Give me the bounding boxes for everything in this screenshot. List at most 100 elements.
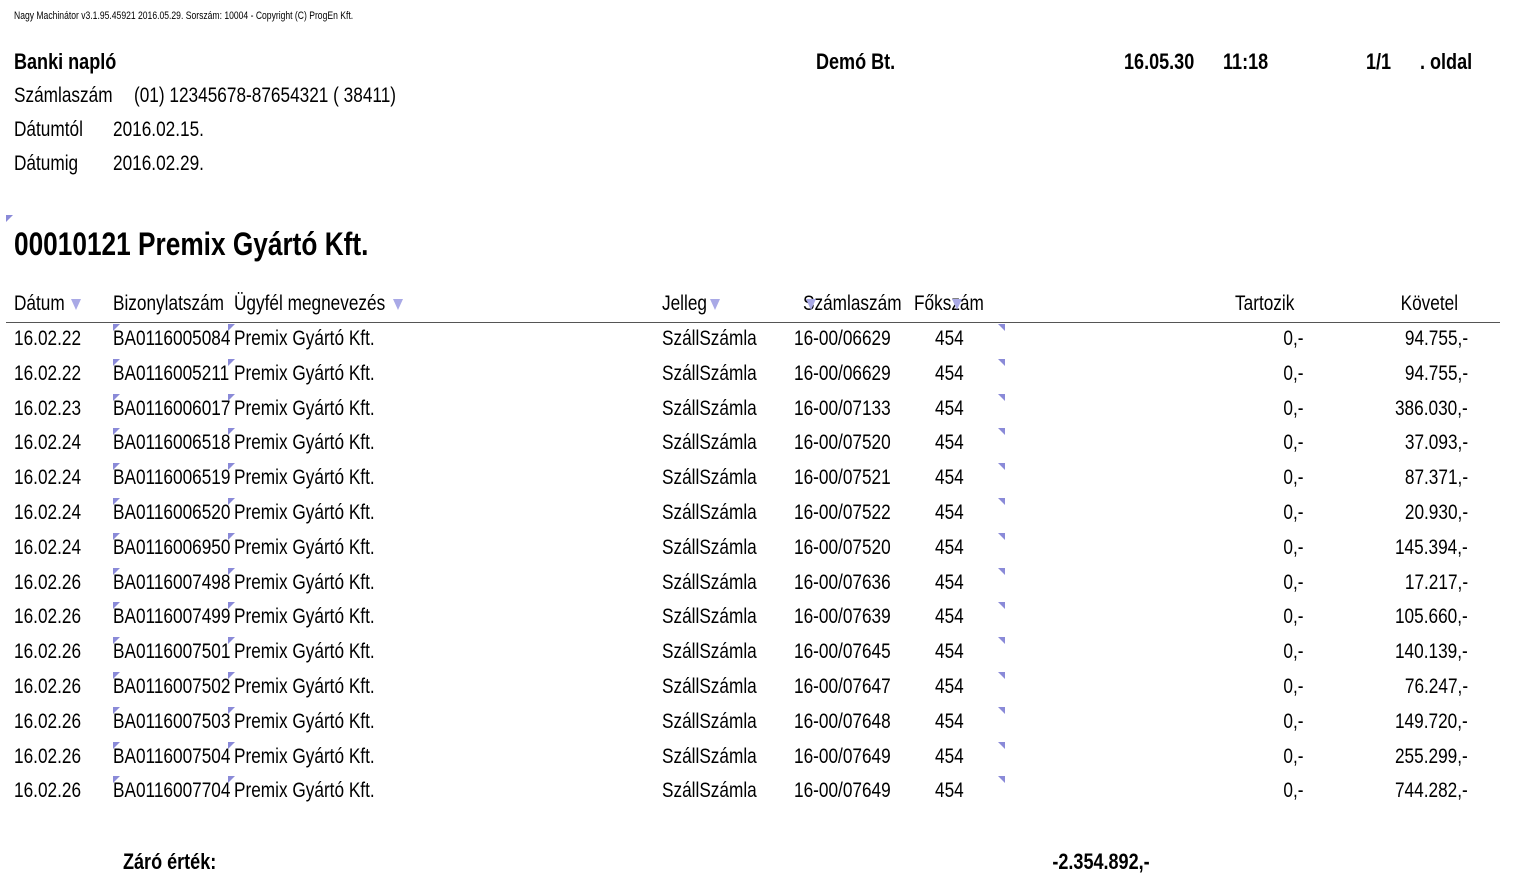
comment-marker (113, 358, 120, 366)
filter-icon[interactable] (952, 299, 962, 310)
cell-invoice: 16-00/07639 (794, 605, 891, 629)
report-time: 11:18 (1223, 49, 1269, 74)
comment-marker (113, 498, 120, 505)
cell-credit: 255.299,- (1395, 744, 1468, 768)
comment-marker (113, 637, 120, 645)
cell-ledger: 454 (935, 675, 964, 698)
cell-type: SzállSzámla (662, 640, 757, 664)
cell-invoice: 16-00/07649 (794, 779, 891, 803)
cell-type: SzállSzámla (662, 779, 757, 803)
cell-type: SzállSzámla (662, 744, 757, 768)
cell-client: Premix Gyártó Kft. (234, 570, 375, 594)
page-suffix: . oldal (1420, 49, 1473, 74)
comment-marker (6, 215, 13, 222)
date-from-value: 2016.02.15. (113, 118, 204, 141)
cell-credit: 87.371,- (1404, 466, 1468, 490)
cell-invoice: 16-00/07133 (794, 396, 891, 420)
cell-debit: 0,- (1283, 396, 1304, 420)
cell-invoice: 16-00/07645 (794, 640, 891, 664)
cell-client: Premix Gyártó Kft. (234, 675, 375, 698)
cell-client: Premix Gyártó Kft. (234, 361, 375, 385)
cell-invoice: 16-00/06629 (794, 361, 891, 385)
cell-ledger: 454 (935, 327, 964, 350)
comment-marker (113, 741, 120, 749)
cell-invoice: 16-00/07647 (794, 675, 891, 698)
cell-type: SzállSzámla (662, 466, 757, 490)
company-name: Demó Bt. (816, 49, 896, 74)
comment-marker (113, 428, 120, 436)
cell-debit: 0,- (1283, 570, 1304, 594)
cell-debit: 0,- (1283, 744, 1304, 768)
cell-document: BA0116007504 (113, 744, 231, 768)
comment-marker (228, 637, 235, 645)
cell-credit: 37.093,- (1404, 431, 1468, 455)
cell-type: SzállSzámla (662, 570, 757, 594)
cell-type: SzállSzámla (662, 605, 757, 629)
closing-label: Záró érték: (123, 849, 217, 874)
cell-document: BA0116007501 (113, 640, 231, 664)
cell-client: Premix Gyártó Kft. (234, 535, 375, 559)
cell-invoice: 16-00/07521 (794, 466, 891, 490)
comment-marker (228, 393, 235, 401)
comment-marker (998, 393, 1005, 401)
closing-value: -2.354.892,- (1052, 849, 1150, 874)
cell-credit: 76.247,- (1404, 675, 1468, 698)
cell-ledger: 454 (935, 466, 964, 490)
group-title: 00010121 Premix Gyártó Kft. (14, 226, 369, 262)
comment-marker (228, 776, 235, 784)
comment-marker (998, 637, 1005, 645)
cell-ledger: 454 (935, 605, 964, 629)
comment-marker (998, 776, 1005, 784)
filter-icon[interactable] (806, 299, 816, 310)
cell-document: BA0116006017 (113, 396, 231, 420)
cell-credit: 105.660,- (1395, 605, 1468, 629)
comment-marker (998, 602, 1005, 610)
cell-document: BA0116006520 (113, 501, 231, 524)
filter-icon[interactable] (71, 299, 81, 310)
comment-marker (998, 532, 1005, 540)
cell-credit: 386.030,- (1395, 396, 1468, 420)
cell-invoice: 16-00/07522 (794, 501, 891, 524)
account-label: Számlaszám (14, 84, 113, 107)
cell-debit: 0,- (1283, 501, 1304, 524)
cell-client: Premix Gyártó Kft. (234, 605, 375, 629)
cell-credit: 17.217,- (1404, 570, 1468, 594)
filter-icon[interactable] (393, 299, 403, 310)
cell-client: Premix Gyártó Kft. (234, 640, 375, 664)
cell-document: BA0116007502 (113, 675, 231, 698)
cell-document: BA0116006519 (113, 466, 231, 490)
cell-date: 16.02.26 (14, 605, 82, 629)
comment-marker (228, 498, 235, 505)
cell-date: 16.02.24 (14, 466, 82, 490)
cell-document: BA0116006518 (113, 431, 231, 455)
comment-marker (113, 567, 120, 575)
cell-date: 16.02.26 (14, 675, 82, 698)
comment-marker (998, 324, 1005, 331)
comment-marker (228, 532, 235, 540)
cell-date: 16.02.26 (14, 570, 82, 594)
comment-marker (998, 428, 1005, 436)
cell-credit: 20.930,- (1404, 501, 1468, 524)
cell-debit: 0,- (1283, 605, 1304, 629)
col-header-debit: Tartozik (1234, 292, 1294, 315)
cell-invoice: 16-00/07520 (794, 431, 891, 455)
date-to-label: Dátumig (14, 152, 79, 175)
col-header-document: Bizonylatszám (113, 292, 225, 315)
cell-date: 16.02.24 (14, 535, 82, 559)
comment-marker (228, 567, 235, 575)
cell-date: 16.02.26 (14, 744, 82, 768)
cell-client: Premix Gyártó Kft. (234, 709, 375, 733)
cell-ledger: 454 (935, 779, 964, 803)
cell-document: BA0116005084 (113, 327, 231, 350)
cell-date: 16.02.26 (14, 709, 82, 733)
comment-marker (998, 741, 1005, 749)
cell-ledger: 454 (935, 535, 964, 559)
filter-icon[interactable] (710, 299, 720, 310)
col-header-credit: Követel (1400, 292, 1458, 315)
cell-credit: 140.139,- (1395, 640, 1468, 664)
comment-marker (113, 776, 120, 784)
date-to-value: 2016.02.29. (113, 152, 204, 175)
cell-type: SzállSzámla (662, 431, 757, 455)
cell-client: Premix Gyártó Kft. (234, 466, 375, 490)
cell-type: SzállSzámla (662, 675, 757, 698)
